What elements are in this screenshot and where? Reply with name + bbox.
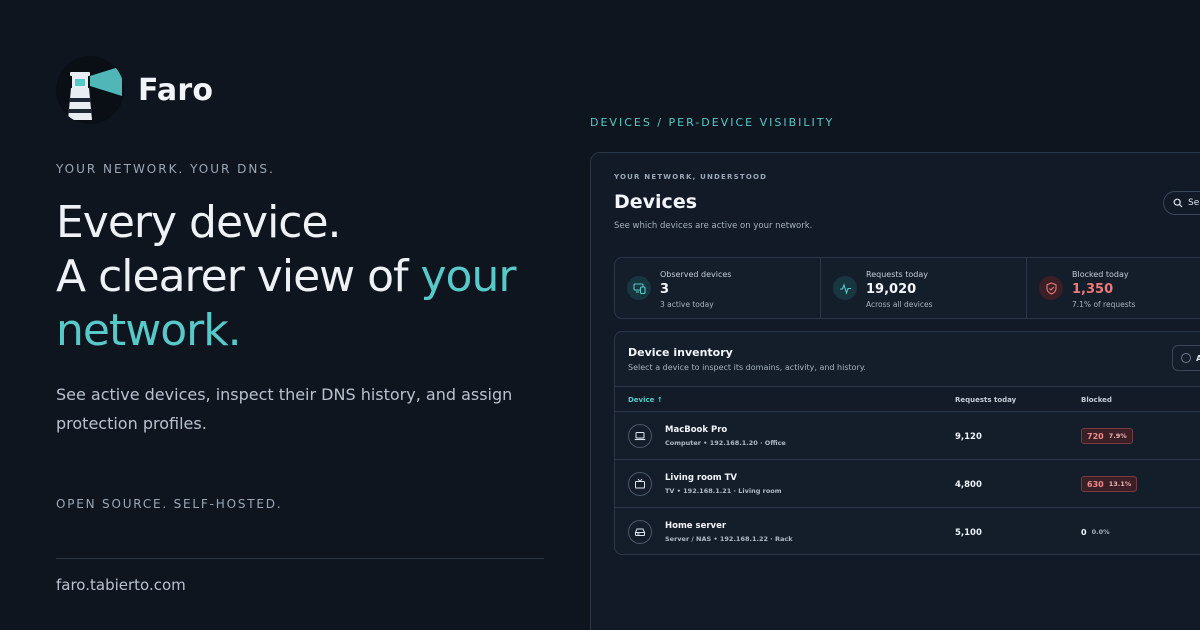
tv-icon (628, 472, 652, 496)
device-name: Home server (665, 521, 727, 531)
blocked-count: 630 (1087, 479, 1104, 489)
stat-label: Blocked today (1072, 270, 1129, 279)
stat-value: 3 (660, 282, 670, 297)
column-header-blocked[interactable]: Blocked (1081, 396, 1112, 404)
headline-line-2: A clearer view of your (56, 250, 517, 304)
blocked-percent: 13.1% (1108, 480, 1132, 488)
stat-label: Observed devices (660, 270, 732, 279)
lighthouse-logo-icon (56, 56, 124, 124)
search-button[interactable]: Se (1163, 191, 1200, 215)
headline-line-3: network. (56, 305, 242, 356)
headline-accent-your: your (420, 251, 517, 302)
filter-label: A (1196, 354, 1200, 363)
inventory-filter-toggle[interactable]: A (1172, 345, 1200, 371)
column-header-requests[interactable]: Requests today (955, 396, 1016, 404)
laptop-icon (628, 424, 652, 448)
device-requests: 5,100 (955, 528, 982, 538)
devices-panel: YOUR NETWORK, UNDERSTOOD Devices See whi… (590, 152, 1200, 630)
stat-note: 7.1% of requests (1072, 300, 1136, 309)
blocked-count: 0 (1081, 527, 1087, 537)
site-url-link[interactable]: faro.tabierto.com (56, 576, 186, 594)
search-label: Se (1188, 198, 1200, 208)
stat-observed-devices: Observed devices 3 3 active today (615, 258, 821, 318)
hero-headline: Every device. A clearer view of your net… (56, 196, 517, 358)
headline-line-2-prefix: A clearer view of (56, 251, 421, 302)
column-header-device[interactable]: Device ↑ (628, 396, 663, 404)
shield-icon (1039, 276, 1063, 300)
server-icon (628, 520, 652, 544)
page-title: Devices (614, 191, 698, 213)
stat-value: 19,020 (866, 282, 917, 297)
device-meta: TV • 192.168.1.21 · Living room (665, 487, 782, 495)
headline-line-1: Every device. (56, 197, 342, 248)
inventory-subtitle: Select a device to inspect its domains, … (628, 363, 866, 372)
device-inventory: Device inventory Select a device to insp… (614, 331, 1200, 555)
device-name: MacBook Pro (665, 425, 728, 435)
stat-value: 1,350 (1072, 282, 1114, 297)
activity-icon (833, 276, 857, 300)
divider (56, 558, 544, 559)
device-requests: 9,120 (955, 432, 982, 442)
blocked-percent: 7.9% (1108, 432, 1127, 440)
open-source-tagline: OPEN SOURCE. SELF-HOSTED. (56, 497, 283, 511)
device-meta: Computer • 192.168.1.20 · Office (665, 439, 786, 447)
stat-requests-today: Requests today 19,020 Across all devices (821, 258, 1027, 318)
blocked-badge: 0 0.0% (1081, 524, 1115, 540)
section-label: DEVICES / PER-DEVICE VISIBILITY (590, 116, 835, 129)
brand[interactable]: Faro (56, 56, 213, 124)
stats-bar: Observed devices 3 3 active today Reques… (614, 257, 1200, 319)
blocked-count: 720 (1087, 431, 1104, 441)
stat-blocked-today: Blocked today 1,350 7.1% of requests (1027, 258, 1200, 318)
brand-name: Faro (138, 72, 214, 108)
search-icon (1173, 198, 1183, 208)
stat-note: 3 active today (660, 300, 714, 309)
device-meta: Server / NAS • 192.168.1.22 · Rack (665, 535, 793, 543)
inventory-title: Device inventory (628, 346, 733, 359)
table-row[interactable]: Living room TV TV • 192.168.1.21 · Livin… (615, 460, 1200, 508)
panel-eyebrow: YOUR NETWORK, UNDERSTOOD (614, 173, 768, 181)
blocked-badge: 720 7.9% (1081, 428, 1133, 444)
device-name: Living room TV (665, 473, 737, 483)
page-subtitle: See which devices are active on your net… (614, 221, 813, 231)
stat-label: Requests today (866, 270, 928, 279)
stat-note: Across all devices (866, 300, 933, 309)
radio-icon (1181, 353, 1191, 363)
table-row[interactable]: MacBook Pro Computer • 192.168.1.20 · Of… (615, 412, 1200, 460)
blocked-percent: 0.0% (1091, 528, 1110, 536)
devices-icon (627, 276, 651, 300)
device-requests: 4,800 (955, 480, 982, 490)
hero-subtext: See active devices, inspect their DNS hi… (56, 385, 513, 433)
table-header: Device ↑ Requests today Blocked (615, 386, 1200, 412)
blocked-badge: 630 13.1% (1081, 476, 1138, 492)
table-row[interactable]: Home server Server / NAS • 192.168.1.22 … (615, 508, 1200, 554)
hero-eyebrow: YOUR NETWORK. YOUR DNS. (56, 162, 275, 176)
hero-section: Faro YOUR NETWORK. YOUR DNS. Every devic… (56, 0, 546, 630)
